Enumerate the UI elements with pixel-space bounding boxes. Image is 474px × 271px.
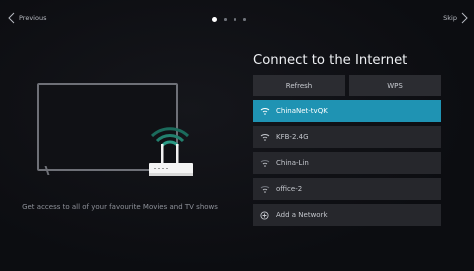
page-dot	[233, 18, 236, 21]
network-ssid: KFB-2.4G	[276, 133, 309, 141]
setup-screen: Previous Skip Get access to all of your …	[0, 0, 474, 271]
chevron-left-icon	[8, 12, 15, 24]
skip-label: Skip	[443, 14, 457, 22]
wifi-icon	[260, 108, 270, 115]
add-network-label: Add a Network	[276, 211, 328, 219]
previous-button[interactable]: Previous	[8, 12, 46, 24]
wps-label: WPS	[387, 81, 403, 90]
wps-button[interactable]: WPS	[349, 75, 441, 96]
wifi-icon	[260, 160, 270, 167]
network-item-kfb-2-4g[interactable]: KFB-2.4G	[253, 126, 441, 148]
chevron-right-icon	[461, 12, 468, 24]
refresh-label: Refresh	[285, 81, 313, 90]
refresh-button[interactable]: Refresh	[253, 75, 345, 96]
network-ssid: ChinaNet-tvQK	[276, 107, 328, 115]
page-indicator	[212, 17, 253, 22]
router-icon	[149, 127, 193, 176]
network-ssid: China-Lin	[276, 159, 309, 167]
network-item-office-2[interactable]: office-2	[253, 178, 441, 200]
add-network-button[interactable]: Add a Network	[253, 204, 441, 226]
page-dot	[224, 18, 227, 21]
plus-circle-icon	[260, 210, 269, 220]
skip-button[interactable]: Skip	[443, 12, 468, 24]
network-item-chinanet-tvqk[interactable]: ChinaNet-tvQK	[253, 100, 441, 122]
page-title: Connect to the Internet	[253, 53, 408, 68]
illustration-caption: Get access to all of your favourite Movi…	[22, 203, 218, 211]
wifi-icon	[260, 134, 270, 141]
previous-label: Previous	[19, 14, 47, 22]
network-item-china-lin[interactable]: China-Lin	[253, 152, 441, 174]
network-list: ChinaNet-tvQK KFB-2.4G China-Lin office-…	[253, 100, 441, 230]
page-dot-active	[212, 17, 217, 22]
wifi-icon	[260, 186, 270, 193]
page-dot	[243, 18, 246, 21]
network-ssid: office-2	[276, 185, 303, 193]
